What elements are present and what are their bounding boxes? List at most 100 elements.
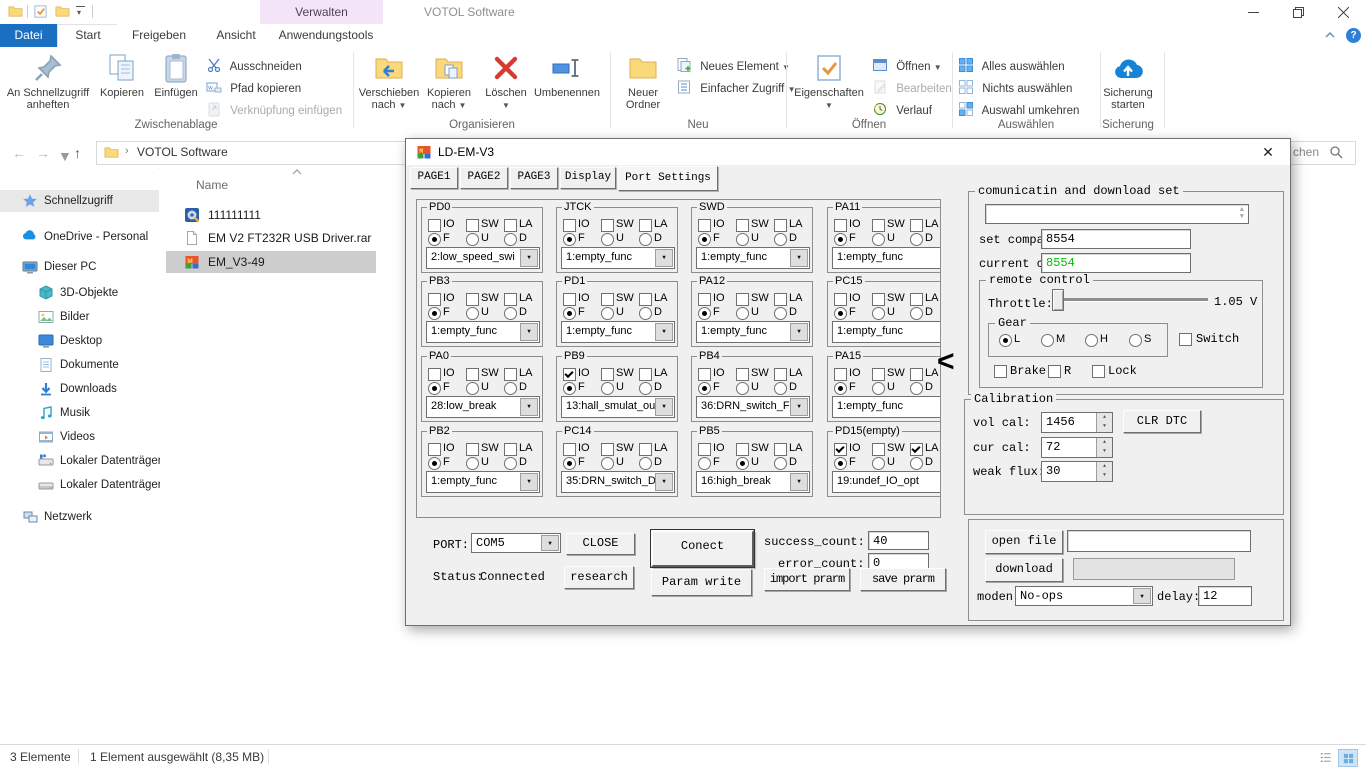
restore-button[interactable]: [1276, 0, 1321, 24]
delete-button[interactable]: Löschen ▼: [482, 51, 530, 123]
port-function-dropdown[interactable]: 16:high_break ▼: [696, 471, 810, 493]
u-radio[interactable]: [466, 382, 479, 395]
la-checkbox[interactable]: [639, 368, 652, 381]
f-radio[interactable]: [563, 457, 576, 470]
f-radio[interactable]: [428, 457, 441, 470]
dropdown-arrow-icon[interactable]: ▼: [655, 249, 673, 267]
port-function-dropdown[interactable]: 1:empty_func ▼: [832, 396, 941, 418]
copy-to-button[interactable]: Kopieren nach ▼: [420, 51, 478, 123]
sidebar-item-musik[interactable]: Musik: [0, 402, 159, 424]
sidebar-item-netzwerk[interactable]: Netzwerk: [0, 506, 159, 528]
port-function-dropdown[interactable]: 1:empty_func ▼: [426, 471, 540, 493]
d-radio[interactable]: [774, 233, 787, 246]
qat-folder-icon[interactable]: [8, 4, 23, 19]
d-radio[interactable]: [910, 457, 923, 470]
back-icon[interactable]: ←: [12, 146, 26, 160]
comm-textbox[interactable]: ▲ ▼: [985, 204, 1249, 224]
sw-checkbox[interactable]: [601, 443, 614, 456]
help-icon[interactable]: ?: [1346, 28, 1361, 43]
up-icon[interactable]: ↑: [74, 146, 81, 160]
spinner-arrows-icon[interactable]: ▲▼: [1096, 438, 1112, 457]
sidebar-item-lokaler-datentr-ger[interactable]: Lokaler Datenträger: [0, 474, 159, 496]
port-function-dropdown[interactable]: 35:DRN_switch_D ▼: [561, 471, 675, 493]
f-radio[interactable]: [834, 233, 847, 246]
sw-checkbox[interactable]: [736, 443, 749, 456]
dropdown-arrow-icon[interactable]: ▼: [790, 249, 808, 267]
io-checkbox[interactable]: [698, 219, 711, 232]
column-header-name[interactable]: Name: [196, 178, 228, 192]
pin-to-quickaccess-button[interactable]: An Schnellzugriff anheften: [2, 51, 94, 123]
f-radio[interactable]: [834, 382, 847, 395]
gear-radio-s[interactable]: [1129, 334, 1142, 347]
paste-shortcut-button[interactable]: Verknüpfung einfügen: [206, 101, 342, 119]
dropdown-arrow-icon[interactable]: ▼: [520, 398, 538, 416]
port-function-dropdown[interactable]: 1:empty_func ▼: [561, 321, 675, 343]
moden-dropdown[interactable]: No-ops▼: [1015, 586, 1153, 606]
dropdown-arrow-icon[interactable]: ▼: [1133, 588, 1151, 604]
port-function-dropdown[interactable]: 1:empty_func ▼: [832, 321, 941, 343]
d-radio[interactable]: [504, 233, 517, 246]
search-icon[interactable]: [1329, 145, 1343, 159]
history-button[interactable]: Verlauf: [872, 101, 932, 119]
sw-checkbox[interactable]: [736, 219, 749, 232]
sw-checkbox[interactable]: [466, 219, 479, 232]
io-checkbox[interactable]: [698, 293, 711, 306]
view-list-icon[interactable]: [1316, 749, 1334, 765]
port-function-dropdown[interactable]: 1:empty_func ▼: [561, 247, 675, 269]
io-checkbox[interactable]: [834, 219, 847, 232]
f-radio[interactable]: [428, 233, 441, 246]
sw-checkbox[interactable]: [872, 293, 885, 306]
u-radio[interactable]: [601, 233, 614, 246]
d-radio[interactable]: [910, 307, 923, 320]
ribbon-collapse-icon[interactable]: [1324, 30, 1336, 40]
f-radio[interactable]: [428, 307, 441, 320]
close-button[interactable]: [1321, 0, 1366, 24]
qat-properties-icon[interactable]: [33, 4, 48, 19]
la-checkbox[interactable]: [504, 443, 517, 456]
la-checkbox[interactable]: [639, 219, 652, 232]
edit-button[interactable]: Bearbeiten: [872, 79, 952, 97]
view-details-icon[interactable]: [1338, 749, 1358, 767]
u-radio[interactable]: [872, 457, 885, 470]
port-function-dropdown[interactable]: 2:low_speed_swi ▼: [426, 247, 540, 269]
sidebar-item-bilder[interactable]: Bilder: [0, 306, 159, 328]
sidebar-item-lokaler-datentr-ger[interactable]: Lokaler Datenträger: [0, 450, 159, 472]
gear-radio-m[interactable]: [1041, 334, 1054, 347]
qat-customize-icon[interactable]: [76, 6, 85, 7]
collapse-arrow[interactable]: <: [937, 347, 955, 377]
d-radio[interactable]: [910, 233, 923, 246]
sidebar-item-schnellzugriff[interactable]: Schnellzugriff: [0, 190, 159, 212]
port-dropdown[interactable]: COM5▼: [471, 533, 561, 553]
d-radio[interactable]: [910, 382, 923, 395]
sw-checkbox[interactable]: [736, 368, 749, 381]
sidebar-item-dokumente[interactable]: Dokumente: [0, 354, 159, 376]
u-radio[interactable]: [872, 233, 885, 246]
clr-dtc-button[interactable]: CLR DTC: [1123, 410, 1201, 433]
la-checkbox[interactable]: [774, 368, 787, 381]
io-checkbox[interactable]: [834, 368, 847, 381]
d-radio[interactable]: [774, 457, 787, 470]
la-checkbox[interactable]: [504, 219, 517, 232]
u-radio[interactable]: [466, 233, 479, 246]
io-checkbox[interactable]: [698, 368, 711, 381]
param-write-button[interactable]: Param write: [651, 569, 752, 596]
paste-button[interactable]: Einfügen: [148, 51, 204, 123]
success-count-input[interactable]: 40: [868, 531, 929, 550]
port-function-dropdown[interactable]: 1:empty_func ▼: [696, 247, 810, 269]
new-item-button[interactable]: Neues Element ▼: [676, 57, 790, 75]
io-checkbox[interactable]: [428, 368, 441, 381]
la-checkbox[interactable]: [504, 368, 517, 381]
la-checkbox[interactable]: [910, 368, 923, 381]
io-checkbox[interactable]: [563, 219, 576, 232]
u-radio[interactable]: [466, 307, 479, 320]
dropdown-arrow-icon[interactable]: ▼: [520, 323, 538, 341]
port-function-dropdown[interactable]: 19:undef_IO_opt ▼: [832, 471, 941, 493]
tab-page1[interactable]: PAGE1: [410, 167, 458, 189]
easy-access-button[interactable]: Einfacher Zugriff ▼: [676, 79, 796, 97]
sidebar-item-desktop[interactable]: Desktop: [0, 330, 159, 352]
properties-button[interactable]: Eigenschaften ▼: [792, 51, 866, 123]
file-row[interactable]: EM V2 FT232R USB Driver.rar: [166, 227, 376, 249]
port-function-dropdown[interactable]: 1:empty_func ▼: [426, 321, 540, 343]
f-radio[interactable]: [834, 307, 847, 320]
sw-checkbox[interactable]: [466, 293, 479, 306]
